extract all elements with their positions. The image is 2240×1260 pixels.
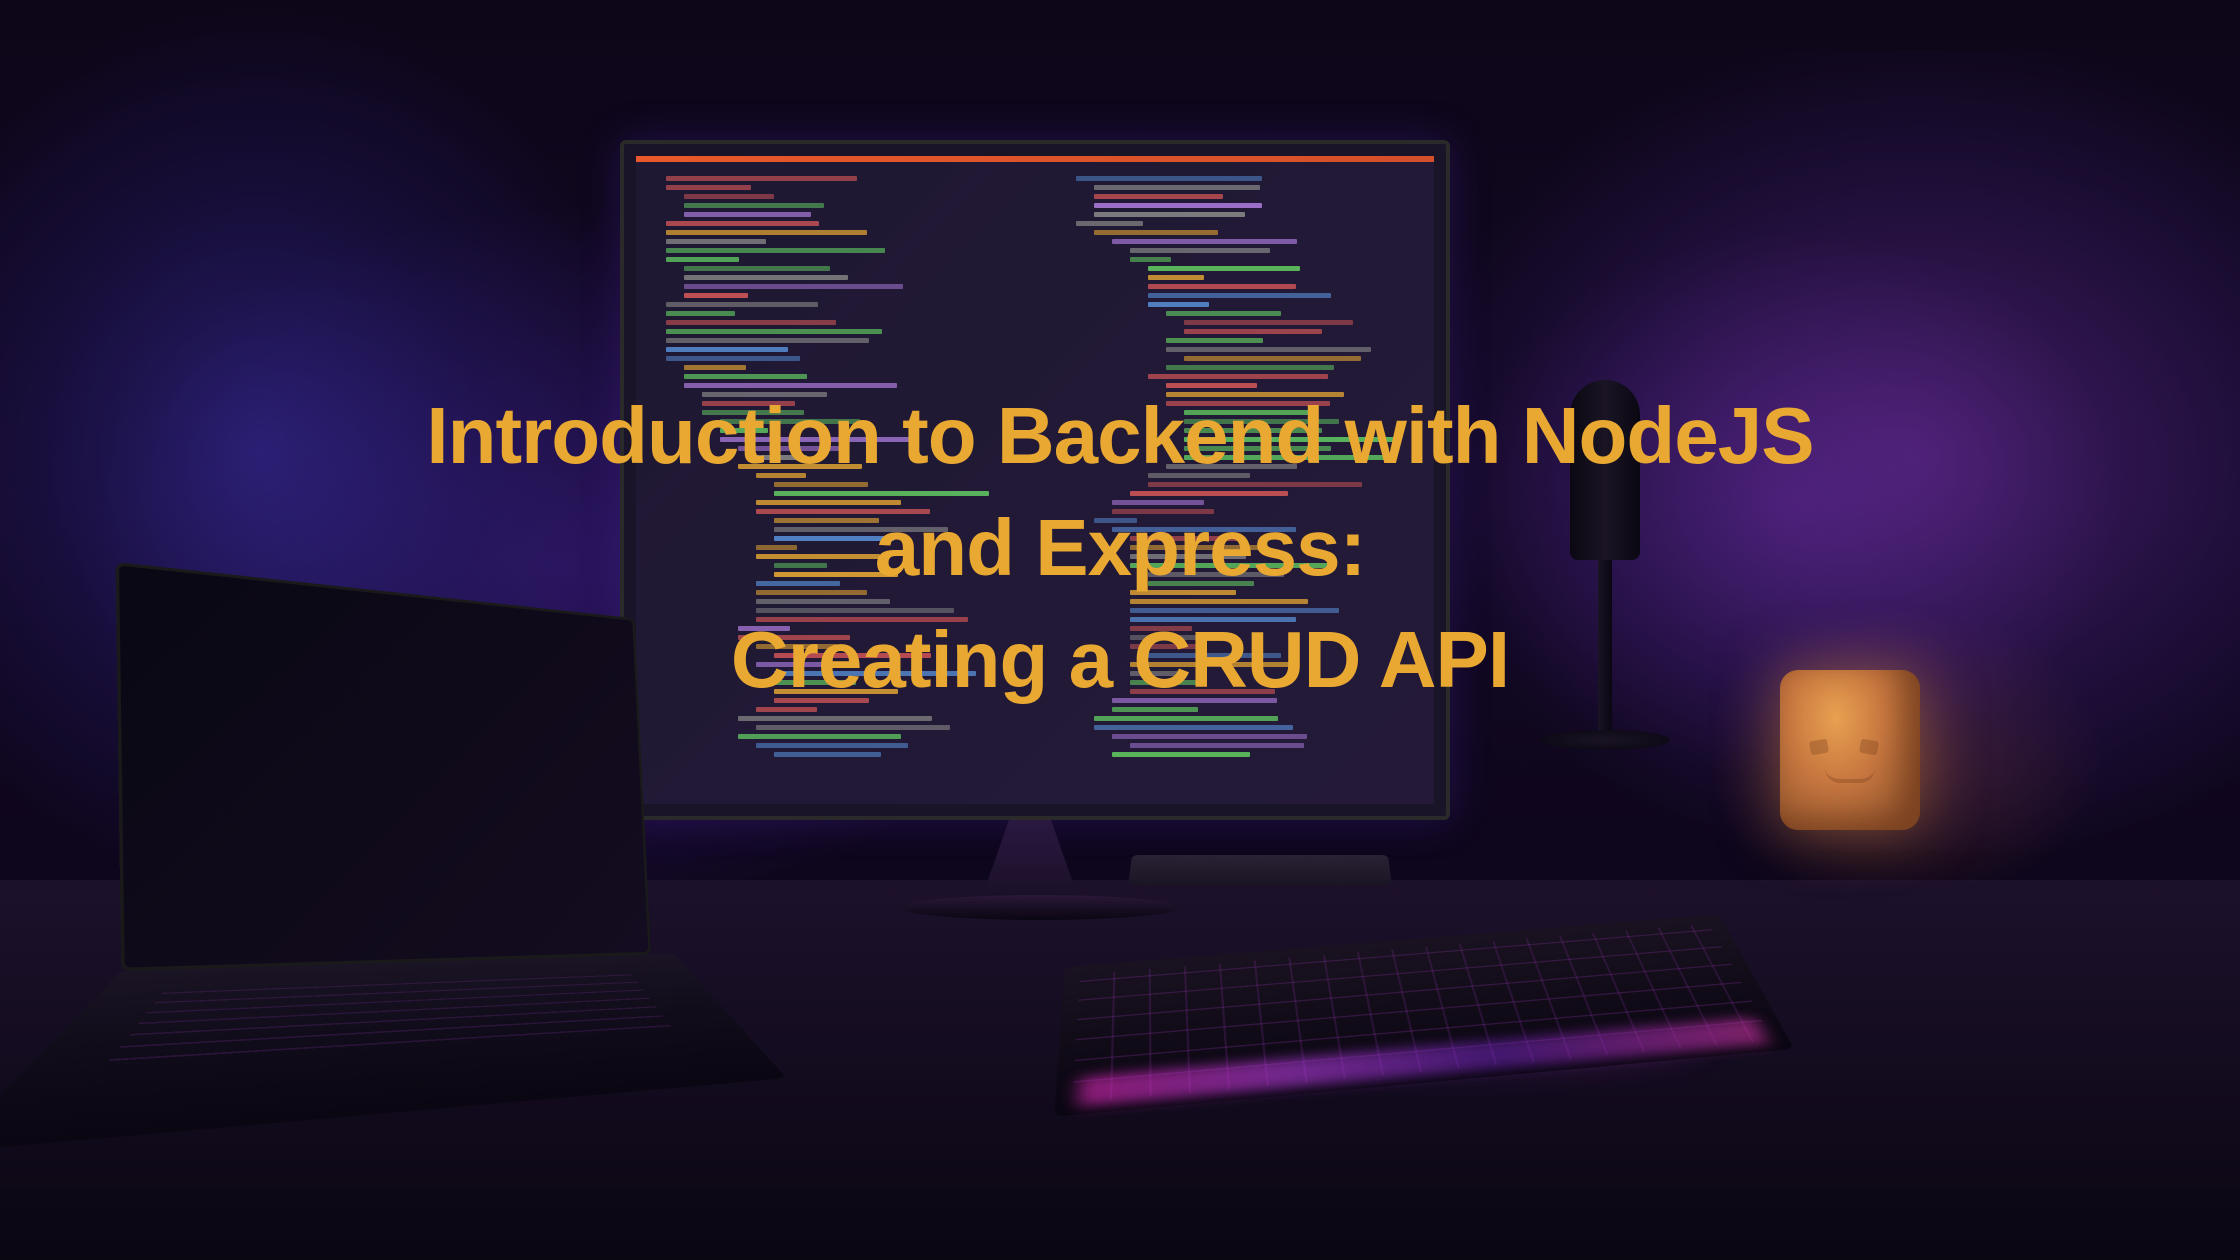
code-line	[774, 752, 881, 757]
code-line	[738, 734, 901, 739]
code-line	[666, 239, 766, 244]
code-line	[1076, 221, 1143, 226]
code-line	[1094, 185, 1260, 190]
code-line	[666, 338, 869, 343]
code-line	[1184, 320, 1353, 325]
external-drive	[1128, 855, 1392, 886]
code-line	[1094, 725, 1293, 730]
code-line	[1184, 329, 1322, 334]
code-line	[1148, 275, 1204, 280]
monitor-base	[900, 895, 1180, 920]
candle-face-decoration	[1810, 740, 1890, 790]
code-line	[1112, 752, 1250, 757]
code-line	[1076, 176, 1262, 181]
code-line	[1148, 302, 1209, 307]
code-line	[666, 185, 751, 190]
code-line	[1094, 194, 1223, 199]
mic-base	[1540, 730, 1670, 750]
candle-eye-right	[1859, 739, 1879, 756]
title-line-3: Creating a CRUD API	[0, 604, 2240, 716]
code-line	[1166, 311, 1281, 316]
code-line	[684, 203, 824, 208]
code-line	[1148, 284, 1296, 289]
code-line	[684, 374, 807, 379]
candle-mouth	[1825, 768, 1875, 783]
code-line	[1166, 338, 1263, 343]
code-line	[666, 302, 818, 307]
code-line	[684, 194, 774, 199]
code-line	[666, 311, 735, 316]
title-line-2: and Express:	[0, 492, 2240, 604]
code-line	[684, 212, 811, 217]
code-line	[1094, 716, 1278, 721]
code-line	[1094, 203, 1262, 208]
code-line	[1094, 230, 1218, 235]
code-line	[684, 284, 903, 289]
code-line	[666, 257, 739, 262]
code-line	[666, 230, 867, 235]
code-line	[1112, 734, 1307, 739]
code-line	[1148, 374, 1328, 379]
code-line	[666, 329, 882, 334]
code-line	[738, 716, 932, 721]
code-line	[756, 743, 908, 748]
code-line	[666, 347, 788, 352]
code-line	[666, 176, 857, 181]
code-line	[1094, 212, 1245, 217]
code-line	[1148, 293, 1331, 298]
code-line	[1112, 239, 1297, 244]
code-line	[666, 356, 800, 361]
code-line	[1166, 347, 1371, 352]
candle-eye-left	[1809, 739, 1829, 756]
code-line	[666, 221, 819, 226]
editor-titlebar	[636, 156, 1434, 162]
code-line	[1130, 248, 1270, 253]
code-line	[684, 293, 748, 298]
code-line	[1130, 743, 1304, 748]
title-overlay: Introduction to Backend with NodeJS and …	[0, 380, 2240, 716]
code-line	[684, 275, 848, 280]
code-line	[666, 320, 836, 325]
code-line	[1148, 266, 1300, 271]
code-line	[756, 725, 950, 730]
code-line	[1184, 356, 1361, 361]
code-line	[666, 248, 885, 253]
code-line	[684, 266, 830, 271]
code-line	[684, 365, 746, 370]
code-line	[1166, 365, 1334, 370]
code-line	[1130, 257, 1171, 262]
title-line-1: Introduction to Backend with NodeJS	[0, 380, 2240, 492]
